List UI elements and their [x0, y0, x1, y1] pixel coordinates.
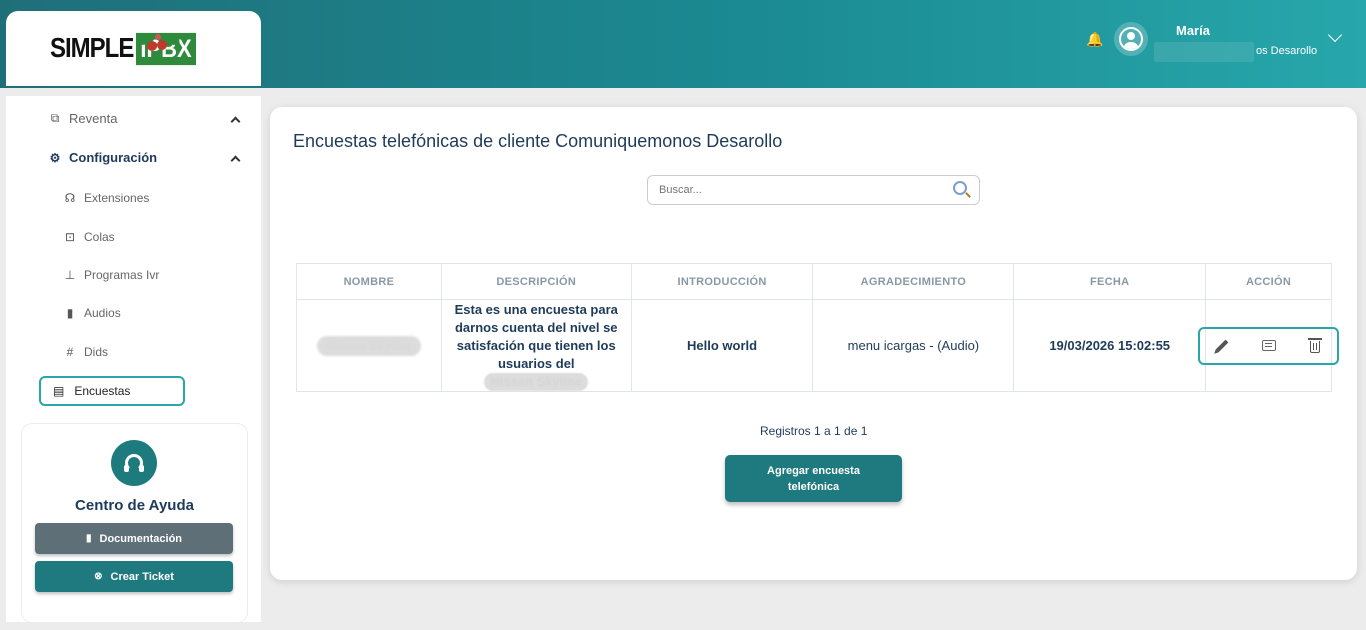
sitemap-icon: ⊥: [64, 268, 76, 282]
avatar[interactable]: [1114, 22, 1148, 56]
book-icon: ▮: [85, 533, 92, 544]
sidebar-item-label: Audios: [84, 306, 121, 320]
search-icon[interactable]: [953, 181, 967, 195]
cell-fecha: 19/03/2026 15:02:55: [1013, 299, 1207, 392]
documentation-button[interactable]: ▮ Documentación: [35, 523, 233, 554]
column-header-fecha[interactable]: FECHA: [1013, 263, 1207, 300]
gear-icon: ⚙: [49, 150, 61, 165]
sidebar-item-label: Encuestas: [74, 384, 131, 398]
column-header-nombre[interactable]: NOMBRE: [296, 263, 442, 300]
survey-icon: ▤: [53, 384, 65, 398]
delete-icon[interactable]: [1307, 337, 1323, 354]
search-box[interactable]: [647, 175, 980, 205]
hash-icon: #: [66, 345, 74, 359]
details-icon[interactable]: [1261, 338, 1277, 354]
cell-agradecimiento: menu icargas - (Audio): [812, 299, 1015, 392]
help-title: Centro de Ayuda: [75, 497, 194, 514]
user-icon: [1119, 27, 1143, 51]
redacted-description-tail: Nissan Skyline: [484, 372, 589, 391]
sidebar-item-label: Reventa: [69, 111, 118, 126]
edit-icon[interactable]: [1214, 338, 1230, 354]
description-text: Esta es una encuesta para darnos cuenta …: [454, 301, 618, 371]
documentation-label: Documentación: [99, 532, 183, 545]
sidebar-item-encuestas[interactable]: ▤ Encuestas: [39, 376, 185, 406]
table-header-row: NOMBRE DESCRIPCIÓN INTRODUCCIÓN AGRADECI…: [296, 263, 1332, 300]
sidebar-item-label: Configuración: [69, 150, 158, 165]
column-header-agradecimiento[interactable]: AGRADECIMIENTO: [812, 263, 1015, 300]
main-card: Encuestas telefónicas de cliente Comuniq…: [270, 107, 1357, 580]
logo-word-simple: SIMPLE: [50, 32, 134, 64]
chevron-down-icon[interactable]: [1327, 27, 1343, 43]
cell-introduccion: Hello world: [630, 299, 814, 392]
sidebar-item-label: Colas: [84, 230, 115, 244]
sidebar-item-label: Dids: [84, 345, 109, 359]
records-text: Registros 1 a 1 de 1: [760, 424, 868, 438]
help-center-card: Centro de Ayuda ▮ Documentación ⊗ Crear …: [22, 424, 247, 622]
support-ticket-icon: ⊗: [94, 571, 103, 582]
column-header-introduccion[interactable]: INTRODUCCIÓN: [630, 263, 814, 300]
cell-descripcion: Esta es una encuesta para darnos cuenta …: [440, 299, 632, 392]
action-group: [1198, 326, 1339, 365]
column-header-descripcion[interactable]: DESCRIPCIÓN: [440, 263, 632, 300]
redacted-name: Nissan Skyline: [316, 335, 422, 356]
header-icons: 🔔: [1086, 22, 1148, 56]
queue-icon: ⊡: [64, 230, 76, 244]
search-input[interactable]: [648, 176, 928, 204]
user-name[interactable]: María: [1176, 23, 1210, 38]
audio-file-icon: ▮: [66, 306, 74, 320]
bell-icon[interactable]: 🔔: [1086, 31, 1103, 47]
cell-accion: [1198, 299, 1339, 392]
sidebar-item-label: Extensiones: [84, 191, 150, 205]
resale-icon: ⧉: [50, 111, 60, 125]
create-ticket-label: Crear Ticket: [110, 570, 174, 583]
page-title: Encuestas telefónicas de cliente Comuniq…: [293, 131, 783, 151]
headset-icon: ☊: [64, 191, 76, 205]
cell-nombre: Nissan Skyline: [296, 299, 442, 392]
add-survey-button[interactable]: Agregar encuesta telefónica: [725, 455, 902, 502]
sidebar-item-configuracion[interactable]: ⚙ Configuración: [47, 150, 158, 165]
sidebar-item-programas-ivr[interactable]: ⊥ Programas Ivr: [62, 268, 160, 282]
sidebar-item-extensiones[interactable]: ☊ Extensiones: [62, 191, 150, 205]
table-row: Nissan Skyline Esta es una encuesta para…: [296, 299, 1339, 392]
surveys-table: NOMBRE DESCRIPCIÓN INTRODUCCIÓN AGRADECI…: [296, 263, 1339, 392]
user-company[interactable]: os Desarollo: [1256, 45, 1317, 57]
logo-area: SIMPLE IPBX: [6, 11, 261, 86]
sidebar-item-audios[interactable]: ▮ Audios: [62, 306, 121, 320]
create-ticket-button[interactable]: ⊗ Crear Ticket: [35, 561, 233, 592]
column-header-accion: ACCIÓN: [1205, 263, 1332, 300]
sidebar-item-reventa[interactable]: ⧉ Reventa: [47, 111, 118, 126]
logo-leaf-icon: [136, 33, 180, 51]
sidebar-item-dids[interactable]: # Dids: [62, 345, 108, 359]
support-icon: [111, 440, 157, 486]
sidebar-item-label: Programas Ivr: [84, 268, 160, 282]
sidebar-item-colas[interactable]: ⊡ Colas: [62, 230, 115, 244]
user-company-redacted: [1154, 42, 1254, 62]
